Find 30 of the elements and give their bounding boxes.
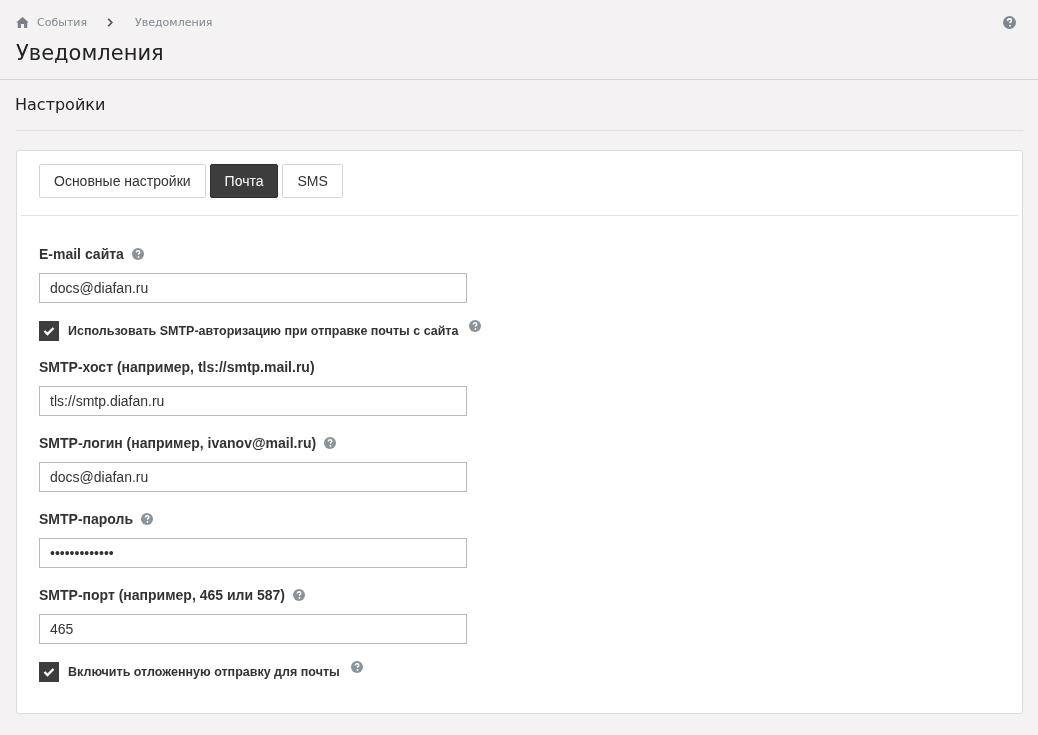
page-title: Уведомления	[16, 41, 165, 67]
field-label: SMTP-логин (например, ivanov@mail.ru)	[39, 435, 317, 451]
help-icon[interactable]	[141, 513, 154, 525]
input-field[interactable]: tls://smtp.diafan.ru	[39, 386, 467, 416]
field-label: SMTP-хост (например, tls://smtp.mail.ru)	[39, 359, 315, 375]
help-icon[interactable]	[350, 661, 363, 673]
tab[interactable]: Основные настройки	[39, 164, 206, 198]
help-icon[interactable]	[469, 320, 482, 332]
help-icon[interactable]	[131, 248, 144, 260]
checkmark-icon	[43, 667, 55, 677]
input-field[interactable]: docs@diafan.ru	[39, 273, 467, 303]
field-label: SMTP-порт (например, 465 или 587)	[39, 587, 285, 603]
section-title: Настройки	[15, 95, 107, 116]
checkbox-label: Включить отложенную отправку для почты	[68, 665, 340, 679]
field-label: SMTP-пароль	[39, 511, 134, 527]
tab[interactable]: SMS	[282, 164, 343, 198]
checkbox[interactable]	[39, 662, 59, 682]
field-label: E-mail сайта	[39, 246, 124, 262]
checkbox-label: Использовать SMTP-авторизацию при отправке почты с сайта	[68, 324, 459, 338]
tab[interactable]: Почта	[209, 164, 279, 198]
chevron-icon	[107, 17, 114, 27]
input-field[interactable]: 465	[39, 614, 467, 644]
help-icon[interactable]	[324, 437, 337, 449]
input-field[interactable]: •••••••••••••	[39, 538, 467, 568]
help-icon[interactable]	[1003, 15, 1016, 29]
home-icon[interactable]	[16, 16, 29, 28]
checkmark-icon	[43, 326, 55, 336]
help-icon[interactable]	[292, 589, 305, 601]
input-field[interactable]: docs@diafan.ru	[39, 462, 467, 492]
checkbox[interactable]	[39, 321, 59, 341]
